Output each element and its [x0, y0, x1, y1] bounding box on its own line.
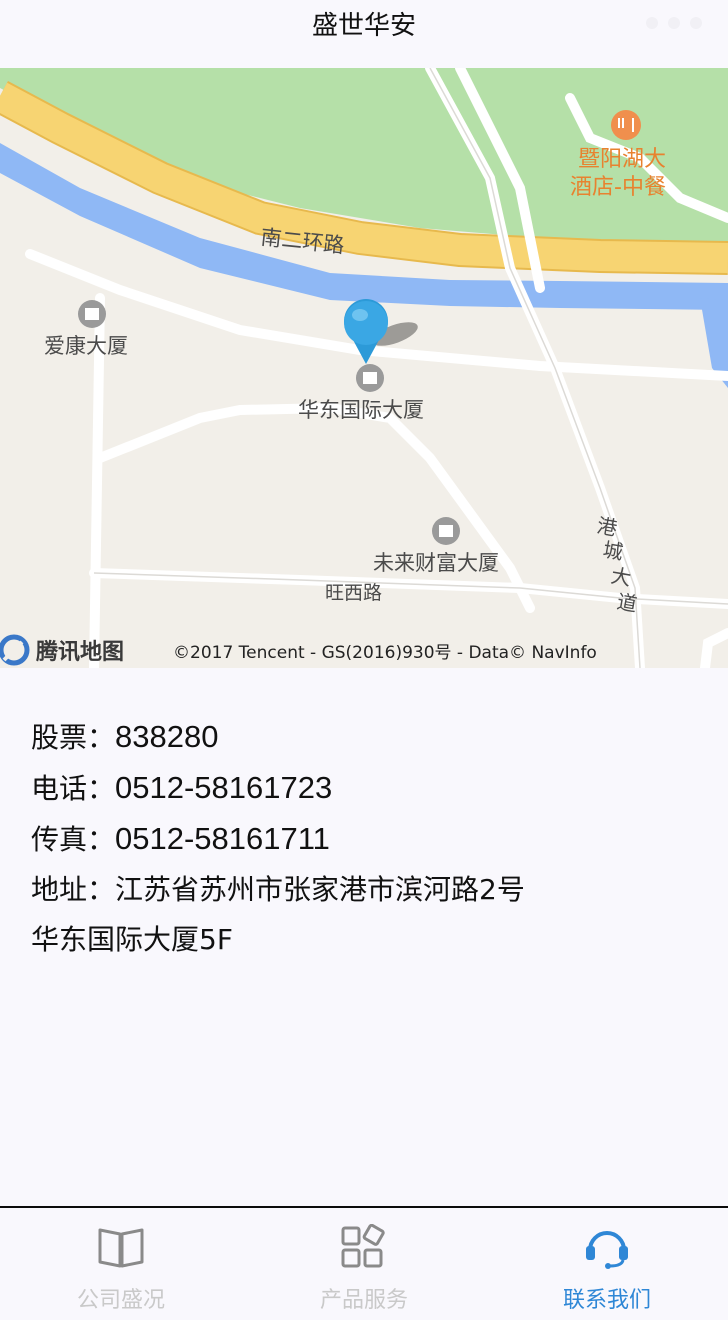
- building-poi-icon: [432, 517, 460, 545]
- phone-row[interactable]: 电话：0512-58161723: [31, 763, 701, 814]
- tencent-map-logo-icon: [0, 634, 30, 666]
- map-label-restaurant-2: 酒店-中餐: [570, 175, 666, 200]
- map-label-gangcheng-2: 城: [601, 537, 625, 564]
- phone-label: 电话：: [31, 772, 116, 805]
- address-label: 地址：: [31, 873, 116, 906]
- restaurant-poi-icon: [611, 110, 641, 140]
- map-label-restaurant: 暨阳湖大: [578, 147, 666, 172]
- map-label-gangcheng-1: 港: [595, 513, 619, 540]
- headset-icon: [586, 1231, 628, 1269]
- book-icon: [98, 1228, 144, 1268]
- map-canvas: 南二环路 暨阳湖大 酒店-中餐 爱康大厦 华东国际大厦 未来财富大厦 旺西路 港…: [0, 68, 728, 668]
- more-dot: [668, 17, 680, 29]
- map-logo-text: 腾讯地图: [36, 640, 124, 665]
- building-poi-icon: [78, 300, 106, 328]
- map-copyright: ©2017 Tencent - GS(2016)930号 - Data© Nav…: [173, 643, 597, 663]
- more-dot: [646, 17, 658, 29]
- stock-row: 股票：838280: [31, 712, 701, 763]
- fax-label: 传真：: [31, 823, 116, 856]
- stock-label: 股票：: [31, 721, 116, 754]
- map-label-wangxi: 旺西路: [325, 582, 382, 604]
- map-label-huadong: 华东国际大厦: [298, 398, 424, 422]
- tab-label: 产品服务: [319, 1288, 408, 1313]
- grid-icon: [341, 1224, 385, 1268]
- contact-info: 股票：838280 电话：0512-58161723 传真：0512-58161…: [31, 712, 701, 965]
- fax-value: 0512-58161711: [115, 821, 330, 856]
- address-row-2: 华东国际大厦5F: [31, 915, 701, 965]
- tab-label: 公司盛况: [76, 1288, 165, 1313]
- map-label-gangcheng-4: 道: [615, 589, 639, 616]
- page-title: 盛世华安: [311, 11, 416, 41]
- nav-bar: 盛世华安: [0, 0, 728, 68]
- map-label-aikang: 爱康大厦: [44, 334, 128, 358]
- map-label-gangcheng-3: 大: [609, 563, 633, 590]
- address-row: 地址：江苏省苏州市张家港市滨河路2号: [31, 865, 701, 915]
- address-line1: 江苏省苏州市张家港市滨河路2号: [115, 873, 525, 906]
- tab-company[interactable]: 公司盛况: [0, 1208, 242, 1320]
- more-dot: [690, 17, 702, 29]
- map-label-weilai: 未来财富大厦: [373, 551, 499, 575]
- address-line2: 华东国际大厦5F: [31, 923, 233, 956]
- phone-value[interactable]: 0512-58161723: [115, 770, 332, 805]
- map-view[interactable]: 南二环路 暨阳湖大 酒店-中餐 爱康大厦 华东国际大厦 未来财富大厦 旺西路 港…: [0, 68, 728, 668]
- tab-contact[interactable]: 联系我们: [486, 1208, 728, 1320]
- fax-row: 传真：0512-58161711: [31, 814, 701, 865]
- stock-value: 838280: [115, 719, 219, 754]
- tab-products[interactable]: 产品服务: [243, 1208, 485, 1320]
- ellipsis-icon[interactable]: [646, 17, 702, 29]
- tab-bar: 公司盛况 产品服务 联系我们: [0, 1206, 728, 1320]
- tab-label: 联系我们: [562, 1288, 651, 1313]
- building-poi-icon: [356, 364, 384, 392]
